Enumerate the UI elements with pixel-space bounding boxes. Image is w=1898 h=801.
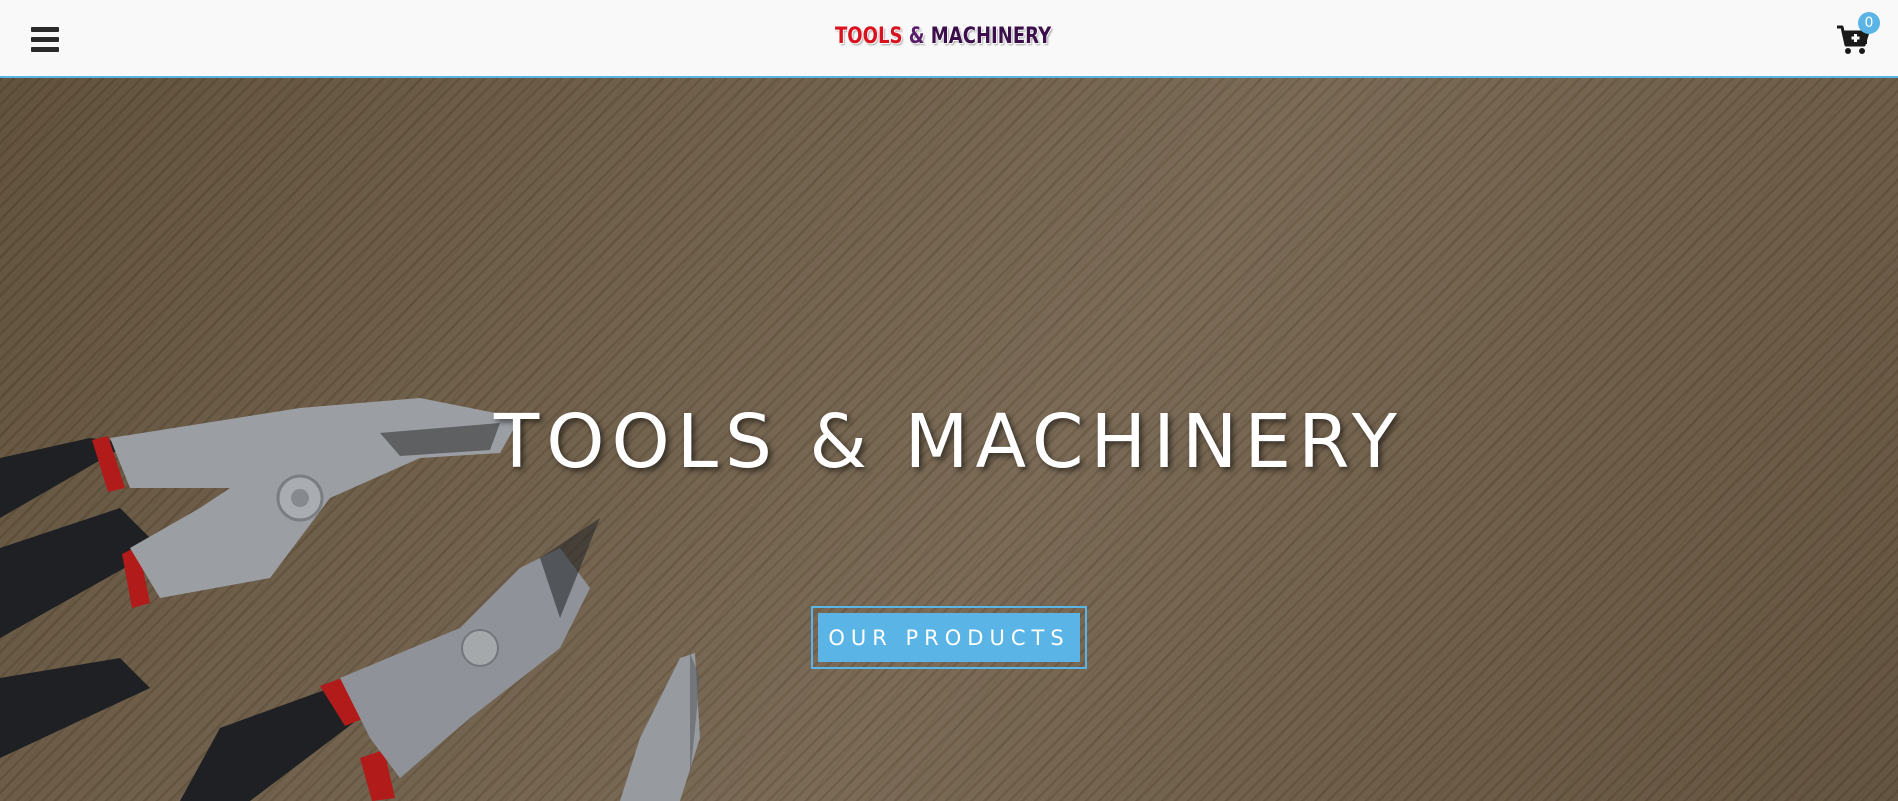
logo-word-tools: TOOLS bbox=[835, 24, 903, 49]
cta-outline: OUR PRODUCTS bbox=[811, 606, 1087, 669]
site-logo[interactable]: TOOLS & MACHINERY bbox=[835, 24, 1051, 54]
hamburger-menu-icon[interactable] bbox=[31, 27, 59, 52]
logo-ampersand: & bbox=[908, 24, 925, 49]
site-header: TOOLS & MACHINERY 0 bbox=[0, 0, 1898, 78]
cart-count-badge: 0 bbox=[1858, 12, 1880, 34]
hero-title: TOOLS & MACHINERY bbox=[494, 399, 1404, 485]
logo-word-machinery: MACHINERY bbox=[930, 24, 1052, 49]
our-products-button[interactable]: OUR PRODUCTS bbox=[818, 613, 1080, 662]
